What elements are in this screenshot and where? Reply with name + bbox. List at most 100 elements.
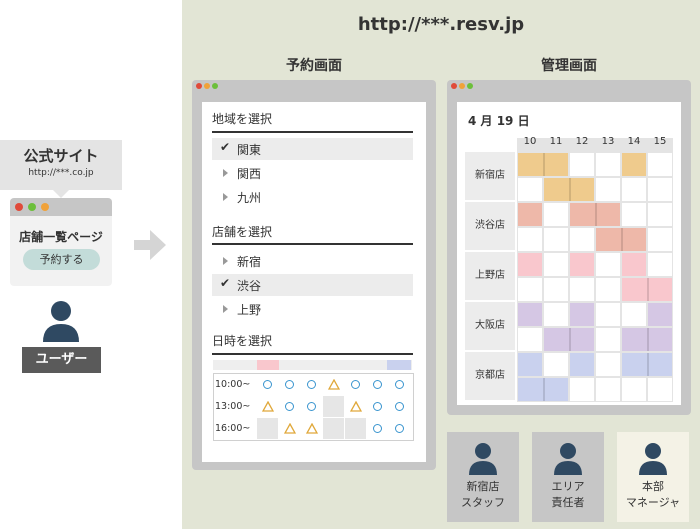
region-option[interactable]: ✔ 関東 [212, 138, 413, 160]
slot-cell[interactable] [389, 418, 410, 439]
schedule-cell[interactable] [570, 228, 594, 251]
schedule-cell[interactable] [518, 228, 542, 251]
limited-triangle-icon [262, 401, 274, 412]
slot-cell[interactable] [367, 418, 388, 439]
booking-block[interactable] [570, 253, 594, 276]
slot-cell[interactable] [367, 396, 388, 417]
schedule-cell[interactable] [544, 253, 568, 276]
booking-block[interactable] [544, 178, 594, 201]
schedule-cell[interactable] [596, 353, 620, 376]
schedule-cell[interactable] [622, 178, 646, 201]
schedule-cell[interactable] [596, 378, 620, 401]
booking-block-divider [647, 328, 649, 351]
arrow-right-icon [134, 230, 166, 260]
schedule-cell[interactable] [596, 278, 620, 301]
booking-block-divider [595, 203, 597, 226]
booking-block[interactable] [622, 253, 646, 276]
booking-block[interactable] [518, 153, 568, 176]
booking-block[interactable] [648, 303, 672, 326]
reserve-button[interactable]: 予約する [23, 249, 100, 270]
schedule-cell[interactable] [596, 178, 620, 201]
booking-block[interactable] [544, 328, 594, 351]
slot-time-label: 16:00~ [215, 423, 251, 434]
booking-block[interactable] [596, 228, 646, 251]
close-dot-icon [15, 203, 23, 211]
store-option[interactable]: ✔ 渋谷 [212, 274, 413, 296]
role-label-line2: スタッフ [461, 496, 505, 509]
booking-block[interactable] [622, 353, 672, 376]
slot-cell [257, 418, 278, 439]
schedule-cell[interactable] [570, 278, 594, 301]
hour-label: 11 [549, 136, 563, 147]
schedule-cell[interactable] [622, 303, 646, 326]
schedule-cell[interactable] [518, 328, 542, 351]
schedule-cell[interactable] [596, 303, 620, 326]
booking-block[interactable] [518, 203, 542, 226]
schedule-cell[interactable] [648, 153, 672, 176]
chevron-right-icon [223, 305, 228, 313]
schedule-cell[interactable] [570, 153, 594, 176]
hour-label: 10 [523, 136, 537, 147]
schedule-cell[interactable] [648, 178, 672, 201]
slot-cell[interactable] [367, 374, 388, 395]
booking-block[interactable] [518, 303, 542, 326]
schedule-cell[interactable] [596, 153, 620, 176]
booking-block[interactable] [570, 353, 594, 376]
store-header-rule [212, 243, 413, 245]
maximize-dot-icon [212, 83, 218, 89]
slot-cell[interactable] [279, 418, 300, 439]
role-label-line1: 新宿店 [466, 480, 500, 493]
role-label-line1: 本部 [642, 480, 664, 493]
schedule-cell[interactable] [518, 278, 542, 301]
slot-cell[interactable] [279, 396, 300, 417]
schedule-cell[interactable] [544, 203, 568, 226]
close-dot-icon [196, 83, 202, 89]
slot-cell[interactable] [301, 374, 322, 395]
slot-cell[interactable] [257, 374, 278, 395]
available-circle-icon [263, 380, 272, 389]
schedule-cell[interactable] [648, 228, 672, 251]
maximize-dot-icon [467, 83, 473, 89]
booking-block[interactable] [518, 253, 542, 276]
schedule-cell[interactable] [544, 278, 568, 301]
schedule-cell[interactable] [648, 378, 672, 401]
booking-block[interactable] [518, 353, 542, 376]
slot-cell[interactable] [301, 396, 322, 417]
booking-block[interactable] [622, 153, 646, 176]
booking-block[interactable] [518, 378, 568, 401]
booking-block[interactable] [570, 303, 594, 326]
booking-block-divider [621, 228, 623, 251]
admin-date: 4 月 19 日 [468, 114, 530, 128]
booking-block-divider [543, 378, 545, 401]
schedule-cell[interactable] [544, 303, 568, 326]
schedule-cell[interactable] [518, 178, 542, 201]
available-circle-icon [373, 424, 382, 433]
booking-block[interactable] [570, 203, 620, 226]
slot-cell[interactable] [389, 374, 410, 395]
slot-cell[interactable] [345, 374, 366, 395]
schedule-cell[interactable] [648, 203, 672, 226]
region-option[interactable]: 関西 [212, 162, 413, 184]
slot-cell[interactable] [279, 374, 300, 395]
schedule-cell[interactable] [544, 228, 568, 251]
store-option[interactable]: 上野 [212, 298, 413, 320]
slot-cell[interactable] [323, 374, 344, 395]
slot-cell[interactable] [257, 396, 278, 417]
schedule-cell[interactable] [622, 203, 646, 226]
schedule-cell[interactable] [596, 328, 620, 351]
role-label-line2: 責任者 [551, 496, 585, 509]
booking-block[interactable] [622, 278, 672, 301]
slot-cell[interactable] [345, 396, 366, 417]
datetime-header-rule [212, 353, 413, 355]
booking-block[interactable] [622, 328, 672, 351]
schedule-cell[interactable] [596, 253, 620, 276]
schedule-cell[interactable] [544, 353, 568, 376]
schedule-cell[interactable] [622, 378, 646, 401]
schedule-cell[interactable] [570, 378, 594, 401]
store-option[interactable]: 新宿 [212, 250, 413, 272]
region-option[interactable]: 九州 [212, 186, 413, 208]
slot-cell[interactable] [389, 396, 410, 417]
store-row-label: 渋谷店 [465, 202, 515, 250]
schedule-cell[interactable] [648, 253, 672, 276]
slot-cell[interactable] [301, 418, 322, 439]
